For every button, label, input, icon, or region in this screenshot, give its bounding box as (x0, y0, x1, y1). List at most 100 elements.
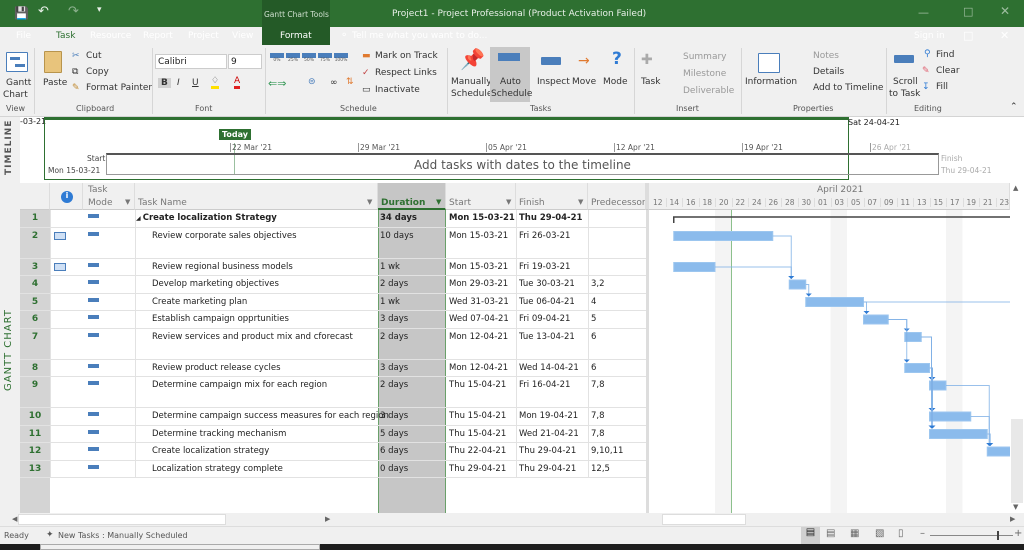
percent-complete-100-button[interactable]: 100% (334, 53, 348, 67)
customize-qat-icon[interactable]: ▾ (97, 5, 102, 15)
task-start[interactable]: Thu 15-04-21 (449, 426, 506, 439)
new-tasks-mode[interactable]: New Tasks : Manually Scheduled (58, 531, 188, 540)
task-finish[interactable]: Wed 14-04-21 (519, 360, 579, 373)
finish-header[interactable]: Finish ▼ (516, 183, 588, 210)
fill-button[interactable]: Fill (936, 82, 948, 92)
tab-file[interactable]: File (10, 27, 37, 45)
task-start[interactable]: Thu 22-04-21 (449, 443, 506, 456)
scroll-thumb[interactable] (1011, 419, 1023, 503)
task-name[interactable]: Review product release cycles (152, 360, 392, 373)
indicators-header[interactable]: i (50, 183, 83, 210)
clear-button[interactable]: Clear (936, 66, 960, 76)
task-row[interactable]: 3 Review regional business models 1 wk Mon … (20, 258, 646, 276)
task-finish[interactable]: Wed 21-04-21 (519, 426, 579, 439)
task-duration[interactable]: 10 days (380, 228, 414, 241)
task-name[interactable]: Review corporate sales objectives (152, 228, 392, 241)
task-bar[interactable] (929, 411, 972, 422)
font-size-select[interactable]: 9 (228, 54, 262, 69)
notes-button[interactable]: Notes (813, 51, 839, 61)
task-predecessors[interactable]: 6 (591, 329, 596, 342)
italic-button[interactable]: I (177, 78, 180, 88)
task-name[interactable]: Create localization strategy (152, 443, 392, 456)
task-predecessors[interactable]: 6 (591, 360, 596, 373)
redo-icon[interactable]: ↷ (68, 4, 79, 19)
task-name[interactable]: Establish campaign opprtunities (152, 311, 392, 324)
task-duration[interactable]: 3 days (380, 311, 408, 324)
task-duration[interactable]: 1 wk (380, 259, 400, 272)
scroll-to-task-label[interactable]: to Task (889, 89, 920, 99)
task-finish[interactable]: Tue 06-04-21 (519, 294, 575, 307)
task-predecessors[interactable]: 12,5 (591, 461, 610, 474)
task-start[interactable]: Mon 15-03-21 (449, 228, 508, 241)
tab-project[interactable]: Project (182, 27, 225, 45)
task-duration[interactable]: 2 days (380, 377, 408, 390)
task-mode-header[interactable]: Task Mode ▼ (83, 183, 135, 210)
task-row[interactable]: 6 Establish campaign opprtunities 3 days We… (20, 311, 646, 329)
paste-button[interactable]: Paste (43, 78, 67, 88)
manually-schedule-button[interactable]: Manually (451, 77, 492, 87)
select-all-corner[interactable] (20, 183, 50, 210)
close-doc-icon[interactable]: ✕ (1000, 29, 1009, 42)
task-row[interactable]: 7 Review services and product mix and cfo… (20, 328, 646, 360)
task-finish[interactable]: Mon 19-04-21 (519, 408, 578, 421)
task-start[interactable]: Mon 12-04-21 (449, 360, 508, 373)
scroll-up-icon[interactable]: ▲ (1013, 184, 1018, 192)
task-bar[interactable] (673, 231, 774, 241)
task-bar[interactable] (863, 314, 889, 325)
task-start[interactable]: Mon 15-03-21 (449, 259, 508, 272)
task-name[interactable]: Review services and product mix and cfor… (152, 329, 392, 342)
task-name[interactable]: Review regional business models (152, 259, 392, 272)
task-row[interactable]: 13 Localization strategy complete 0 days Th… (20, 460, 646, 478)
restore-ribbon-icon[interactable]: □ (963, 29, 973, 42)
gantt-chart-area[interactable] (649, 210, 1010, 513)
task-finish[interactable]: Tue 30-03-21 (519, 276, 575, 289)
team-planner-icon[interactable]: ▦ (850, 528, 859, 539)
task-name[interactable]: Determine tracking mechanism (152, 426, 392, 439)
task-duration[interactable]: 3 days (380, 408, 408, 421)
gantt-chart-button[interactable]: Gantt (6, 78, 31, 88)
percent-complete-50-button[interactable]: 50% (302, 53, 316, 67)
row-number[interactable]: 9 (20, 377, 50, 390)
task-row[interactable]: 11 Determine tracking mechanism 5 days Thu … (20, 425, 646, 443)
zoom-slider-thumb[interactable] (997, 531, 999, 540)
mark-on-track-button[interactable]: Mark on Track (375, 51, 438, 61)
zoom-out-icon[interactable]: – (920, 528, 925, 539)
row-number[interactable]: 11 (20, 426, 50, 439)
task-row[interactable]: 2 Review corporate sales objectives 10 day… (20, 227, 646, 259)
task-finish[interactable]: Fri 26-03-21 (519, 228, 570, 241)
task-predecessors[interactable]: 9,10,11 (591, 443, 623, 456)
task-start[interactable]: Thu 29-04-21 (449, 461, 506, 474)
task-start[interactable]: Wed 07-04-21 (449, 311, 509, 324)
unlink-tasks-icon[interactable]: ⇅ (346, 77, 354, 87)
task-duration[interactable]: 2 days (380, 329, 408, 342)
task-finish[interactable]: Tue 13-04-21 (519, 329, 575, 342)
row-number[interactable]: 6 (20, 311, 50, 324)
task-start[interactable]: Mon 12-04-21 (449, 329, 508, 342)
row-number[interactable]: 4 (20, 276, 50, 289)
row-number[interactable]: 2 (20, 228, 50, 241)
maximize-button[interactable]: □ (963, 5, 973, 18)
outdent-indent-icon[interactable]: ⇐⇒ (268, 77, 286, 90)
percent-complete-0-button[interactable]: 0% (270, 53, 284, 67)
tab-report[interactable]: Report (137, 27, 179, 45)
task-duration[interactable]: 5 days (380, 426, 408, 439)
link-tasks-icon[interactable]: ∞ (330, 78, 338, 88)
tab-resource[interactable]: Resource (84, 27, 137, 45)
task-finish[interactable]: Thu 29-04-21 (519, 443, 576, 456)
task-finish[interactable]: Fri 19-03-21 (519, 259, 570, 272)
deliverable-button[interactable]: Deliverable (683, 86, 734, 96)
start-header[interactable]: Start ▼ (446, 183, 516, 210)
task-predecessors[interactable]: 7,8 (591, 377, 605, 390)
close-button[interactable]: ✕ (1000, 4, 1010, 18)
task-start[interactable]: Mon 29-03-21 (449, 276, 508, 289)
minimize-button[interactable]: — (918, 6, 929, 19)
report-icon[interactable]: ▯ (898, 528, 904, 539)
tab-task[interactable]: Task (50, 27, 82, 45)
find-button[interactable]: Find (936, 50, 954, 60)
task-duration[interactable]: 3 days (380, 360, 408, 373)
gantt-view-icon[interactable]: ▤ (801, 527, 820, 544)
task-name-header[interactable]: Task Name ▼ (135, 183, 378, 210)
row-number[interactable]: 1 (20, 210, 50, 223)
manually-schedule-label[interactable]: Schedule (451, 89, 492, 99)
task-row[interactable]: 9 Determine campaign mix for each region 2… (20, 377, 646, 408)
